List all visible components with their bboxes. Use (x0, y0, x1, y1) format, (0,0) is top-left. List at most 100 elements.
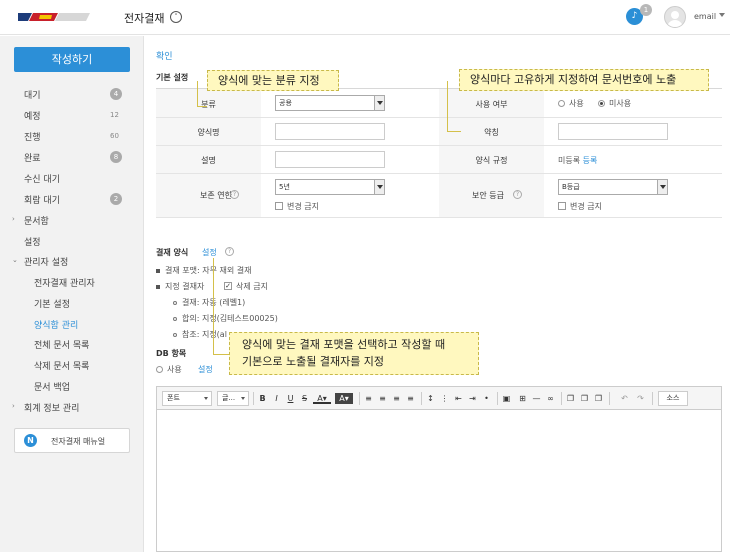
sidebar-sub-item-form-management[interactable]: 양식함 관리 (34, 318, 78, 331)
abbr-input[interactable] (558, 123, 668, 140)
sidebar-item-settings[interactable]: 설정 (24, 235, 41, 248)
company-logo[interactable] (18, 11, 90, 23)
security-lock-checkbox[interactable] (558, 202, 566, 210)
callout-leader (447, 131, 461, 132)
italic-icon[interactable]: I (271, 393, 282, 404)
redo-icon[interactable]: ↷ (635, 393, 646, 404)
paste-icon[interactable]: ❐ (579, 393, 590, 404)
sidebar-item-document-box[interactable]: 문서함 (24, 214, 49, 227)
chevron-right-icon[interactable]: › (12, 215, 15, 223)
callout-approval: 양식에 맞는 결재 포맷을 선택하고 작성할 때 기본으로 노출될 결재자를 지… (229, 332, 479, 375)
confirm-button[interactable]: 확인 (156, 49, 173, 62)
align-left-icon[interactable]: ≡ (363, 393, 374, 404)
highlight-color-icon[interactable]: A▾ (335, 393, 353, 404)
callout-leader (213, 258, 214, 354)
n-logo-icon: N (24, 434, 37, 447)
approval-sub-item: 합의: 지정(김테스트00025) (173, 313, 278, 324)
source-button[interactable]: 소스 (658, 391, 688, 406)
link-icon[interactable]: ∞ (545, 393, 556, 404)
caret-down-icon[interactable] (719, 13, 725, 17)
font-color-icon[interactable]: A▾ (313, 393, 331, 404)
sidebar-sub-item-basic-settings[interactable]: 기본 설정 (34, 297, 70, 310)
editor-toolbar: 폰트 글... B I U S A▾ A▾ ≡ ≡ ≡ ≡ ↕ ⋮ ⇤ ⇥ • … (157, 387, 721, 410)
db-use-radio[interactable] (156, 366, 163, 373)
db-setting-link[interactable]: 설정 (198, 364, 213, 375)
bullet-list-icon[interactable]: • (481, 393, 492, 404)
numbered-list-icon[interactable]: ⋮ (439, 393, 450, 404)
avatar[interactable] (664, 6, 686, 28)
sidebar-item-scheduled[interactable]: 예정 (24, 109, 41, 122)
sidebar-item-completed[interactable]: 완료 (24, 151, 41, 164)
font-size-dropdown[interactable]: 글... (217, 391, 249, 406)
sidebar-sub-item-all-documents[interactable]: 전체 문서 목록 (34, 338, 89, 351)
designated-approver-text: 지정 결재자 (165, 282, 205, 291)
horizontal-rule-icon[interactable]: — (531, 393, 542, 404)
usage-label: 사용 여부 (475, 100, 508, 109)
chevron-down-icon[interactable]: ˅ (170, 11, 182, 23)
chevron-down-icon[interactable]: ⌄ (12, 256, 18, 264)
help-icon[interactable]: ? (230, 190, 239, 199)
dropdown-arrow-icon (374, 180, 384, 194)
usage-radio-unused[interactable] (598, 100, 605, 107)
row-divider (156, 117, 722, 118)
rule-register-link[interactable]: 등록 (583, 156, 598, 165)
user-name[interactable]: email (694, 12, 716, 21)
category-select[interactable]: 공용 (275, 95, 385, 111)
undo-icon[interactable]: ↶ (619, 393, 630, 404)
sidebar-item-admin-settings[interactable]: 관리자 설정 (24, 255, 68, 268)
circulation-count-badge: 2 (110, 193, 122, 205)
sidebar-item-circulation-pending[interactable]: 회람 대기 (24, 193, 60, 206)
sidebar-sub-item-document-backup[interactable]: 문서 백업 (34, 380, 70, 393)
callout-leader (197, 106, 207, 107)
callout-leader (197, 81, 198, 106)
sidebar-sub-item-admin[interactable]: 전자결재 관리자 (34, 276, 95, 289)
usage-option-unused: 미사용 (609, 99, 632, 108)
image-icon[interactable]: ▣ (501, 393, 512, 404)
sidebar-item-receive-pending[interactable]: 수신 대기 (24, 172, 60, 185)
align-center-icon[interactable]: ≡ (377, 393, 388, 404)
align-justify-icon[interactable]: ≡ (405, 393, 416, 404)
description-input[interactable] (275, 151, 385, 168)
manual-label: 전자결재 매뉴얼 (51, 437, 106, 446)
row-divider (156, 173, 722, 174)
indent-icon[interactable]: ⇥ (467, 393, 478, 404)
table-icon[interactable]: ⊞ (517, 393, 528, 404)
app-title[interactable]: 전자결재 (124, 10, 164, 26)
form-name-input[interactable] (275, 123, 385, 140)
copy-icon[interactable]: ❐ (565, 393, 576, 404)
approval-setting-link[interactable]: 설정 (202, 247, 217, 258)
outdent-icon[interactable]: ⇤ (453, 393, 464, 404)
approval-sub-item: 결재: 자동 (레벨1) (173, 297, 245, 308)
manual-button[interactable]: N 전자결재 매뉴얼 (14, 428, 130, 453)
source-label: 소스 (666, 394, 680, 402)
sidebar-item-pending[interactable]: 대기 (24, 88, 41, 101)
delete-forbid-checkbox[interactable]: ✓ (224, 282, 232, 290)
security-label: 보안 등급 (472, 191, 504, 200)
strikethrough-icon[interactable]: S (299, 393, 310, 404)
underline-icon[interactable]: U (285, 393, 296, 404)
security-select[interactable]: B등급 (558, 179, 668, 195)
sidebar-item-in-progress[interactable]: 진행 (24, 130, 41, 143)
help-icon[interactable]: ? (225, 247, 234, 256)
approval-sub-item: 참조: 지정(al (173, 329, 227, 340)
compose-button[interactable]: 작성하기 (14, 47, 130, 72)
sidebar-item-accounting[interactable]: 회계 정보 관리 (24, 401, 79, 414)
help-icon[interactable]: ? (513, 190, 522, 199)
paste-text-icon[interactable]: ❐ (593, 393, 604, 404)
align-right-icon[interactable]: ≡ (391, 393, 402, 404)
retention-lock-checkbox[interactable] (275, 202, 283, 210)
sidebar-sub-item-deleted-documents[interactable]: 삭제 문서 목록 (34, 359, 89, 372)
approval-sub-item-text: 참조: 지정(al (182, 330, 227, 339)
usage-radio-use[interactable] (558, 100, 565, 107)
chevron-right-icon[interactable]: › (12, 402, 15, 410)
font-dropdown[interactable]: 폰트 (162, 391, 212, 406)
dropdown-arrow-icon (657, 180, 667, 194)
row-divider (156, 145, 722, 146)
category-label: 분류 (201, 100, 216, 109)
editor[interactable]: 폰트 글... B I U S A▾ A▾ ≡ ≡ ≡ ≡ ↕ ⋮ ⇤ ⇥ • … (156, 386, 722, 552)
bold-icon[interactable]: B (257, 393, 268, 404)
line-height-icon[interactable]: ↕ (425, 393, 436, 404)
abbr-label: 약칭 (484, 128, 499, 137)
retention-select[interactable]: 5년 (275, 179, 385, 195)
db-section-title: DB 항목 (156, 349, 187, 358)
